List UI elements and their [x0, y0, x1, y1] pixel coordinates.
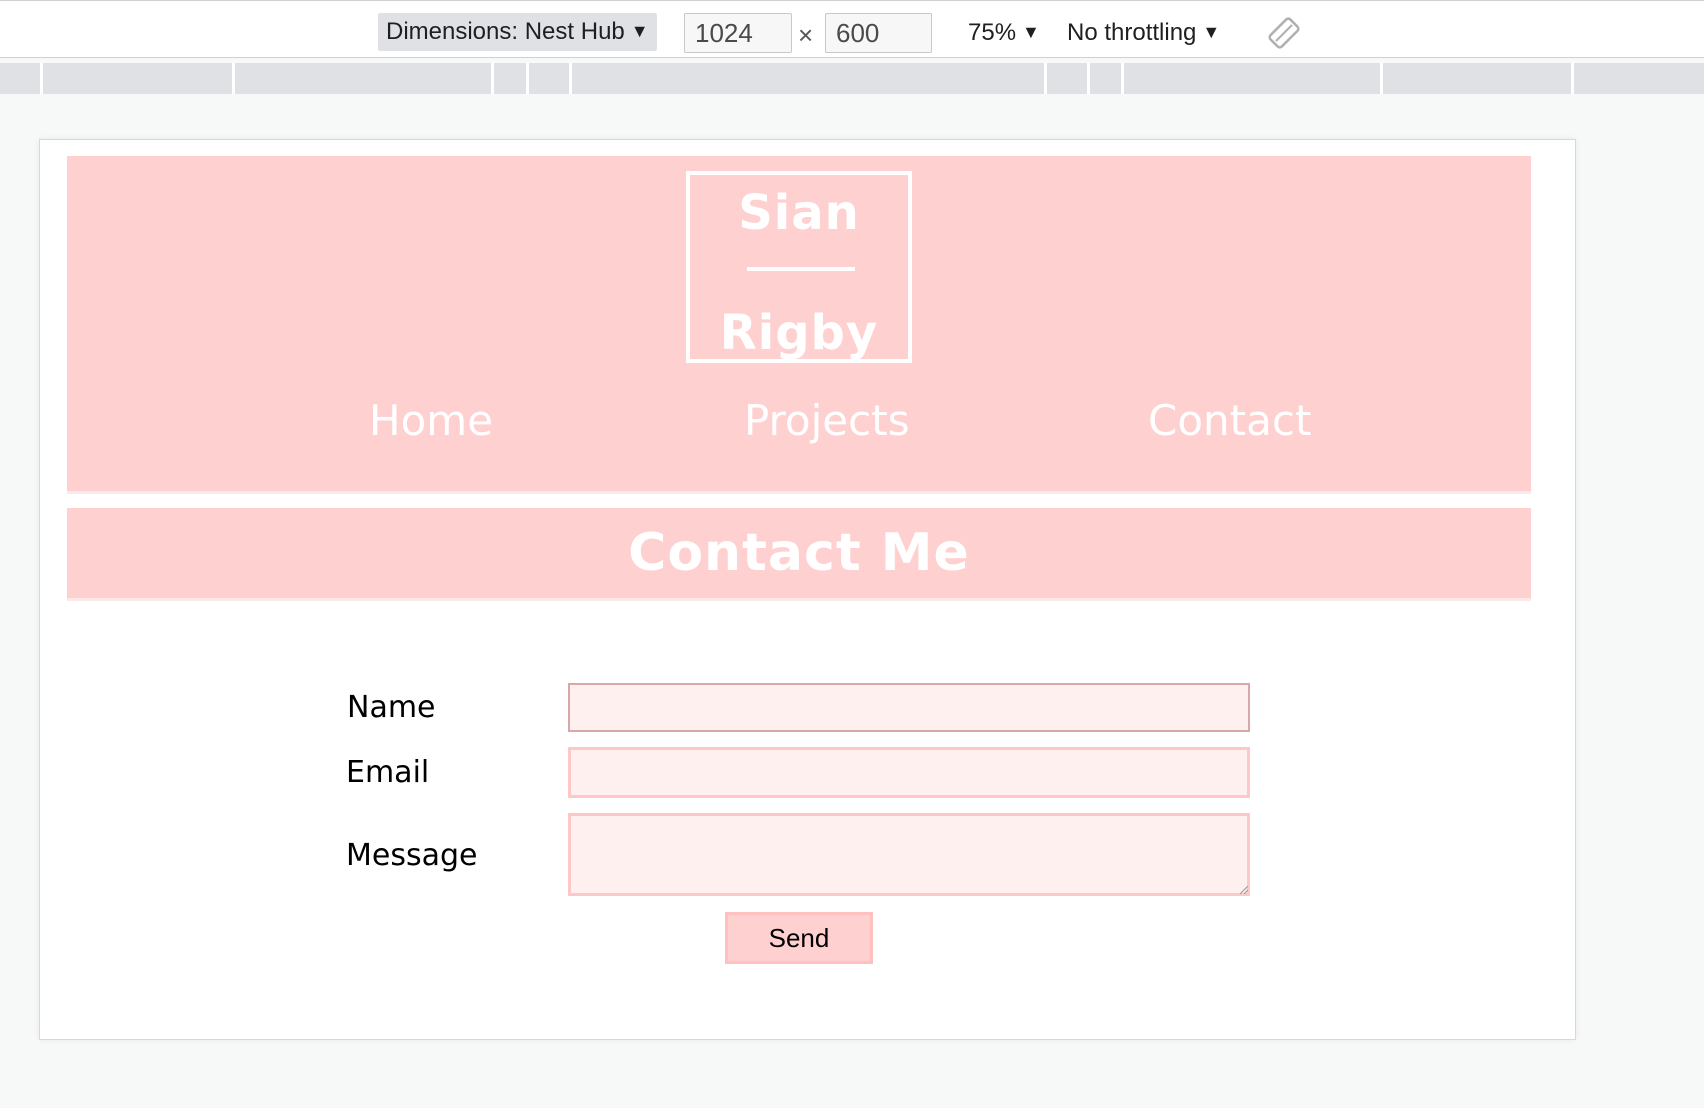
throttling-label: No throttling	[1067, 19, 1197, 46]
mq-divider	[40, 63, 43, 94]
height-input[interactable]	[825, 13, 932, 53]
zoom-dropdown[interactable]: 75% ▼	[968, 14, 1040, 51]
logo-first-name: Sian	[738, 185, 860, 241]
times-icon: ×	[798, 20, 814, 50]
dimensions-dropdown[interactable]: Dimensions: Nest Hub ▼	[378, 13, 657, 51]
device-toolbar: Dimensions: Nest Hub▼ × 75%▼ No throttli…	[0, 0, 1704, 58]
emulated-viewport: Sian Rigby Home Projects Contact Contact…	[39, 139, 1576, 1040]
message-field[interactable]	[568, 813, 1250, 896]
dimensions-label: Dimensions: Nest Hub	[386, 18, 625, 45]
chevron-down-icon: ▼	[1022, 22, 1040, 42]
mq-divider	[491, 63, 494, 94]
width-input[interactable]	[684, 13, 792, 53]
logo-last-name: Rigby	[719, 305, 879, 361]
nav-projects-link[interactable]: Projects	[744, 396, 910, 445]
site-logo[interactable]: Sian Rigby	[686, 171, 912, 363]
chevron-down-icon: ▼	[630, 21, 649, 41]
mq-divider	[569, 63, 572, 94]
chevron-down-icon: ▼	[1202, 22, 1221, 42]
mq-divider	[1380, 63, 1383, 94]
mq-divider	[526, 63, 529, 94]
email-field[interactable]	[568, 747, 1250, 798]
mq-divider	[1044, 63, 1047, 94]
logo-divider	[747, 267, 855, 271]
media-query-bar[interactable]	[0, 63, 1704, 94]
resize-handle-icon[interactable]	[1240, 886, 1248, 894]
throttling-dropdown[interactable]: No throttling ▼	[1067, 14, 1220, 51]
rotate-icon[interactable]	[1267, 16, 1301, 50]
mq-divider	[1571, 63, 1574, 94]
email-label: Email	[346, 755, 430, 790]
name-label: Name	[347, 690, 436, 725]
page-title-banner: Contact Me	[67, 508, 1531, 598]
site-header: Sian Rigby Home Projects Contact	[67, 156, 1531, 491]
mq-divider	[1087, 63, 1090, 94]
mq-divider	[232, 63, 235, 94]
nav-home-link[interactable]: Home	[369, 396, 493, 445]
message-label: Message	[346, 838, 478, 873]
name-field[interactable]	[568, 683, 1250, 732]
zoom-label: 75%	[968, 19, 1017, 46]
send-button[interactable]: Send	[725, 912, 873, 964]
page-title: Contact Me	[628, 523, 970, 583]
mq-divider	[1121, 63, 1124, 94]
nav-contact-link[interactable]: Contact	[1148, 396, 1311, 445]
